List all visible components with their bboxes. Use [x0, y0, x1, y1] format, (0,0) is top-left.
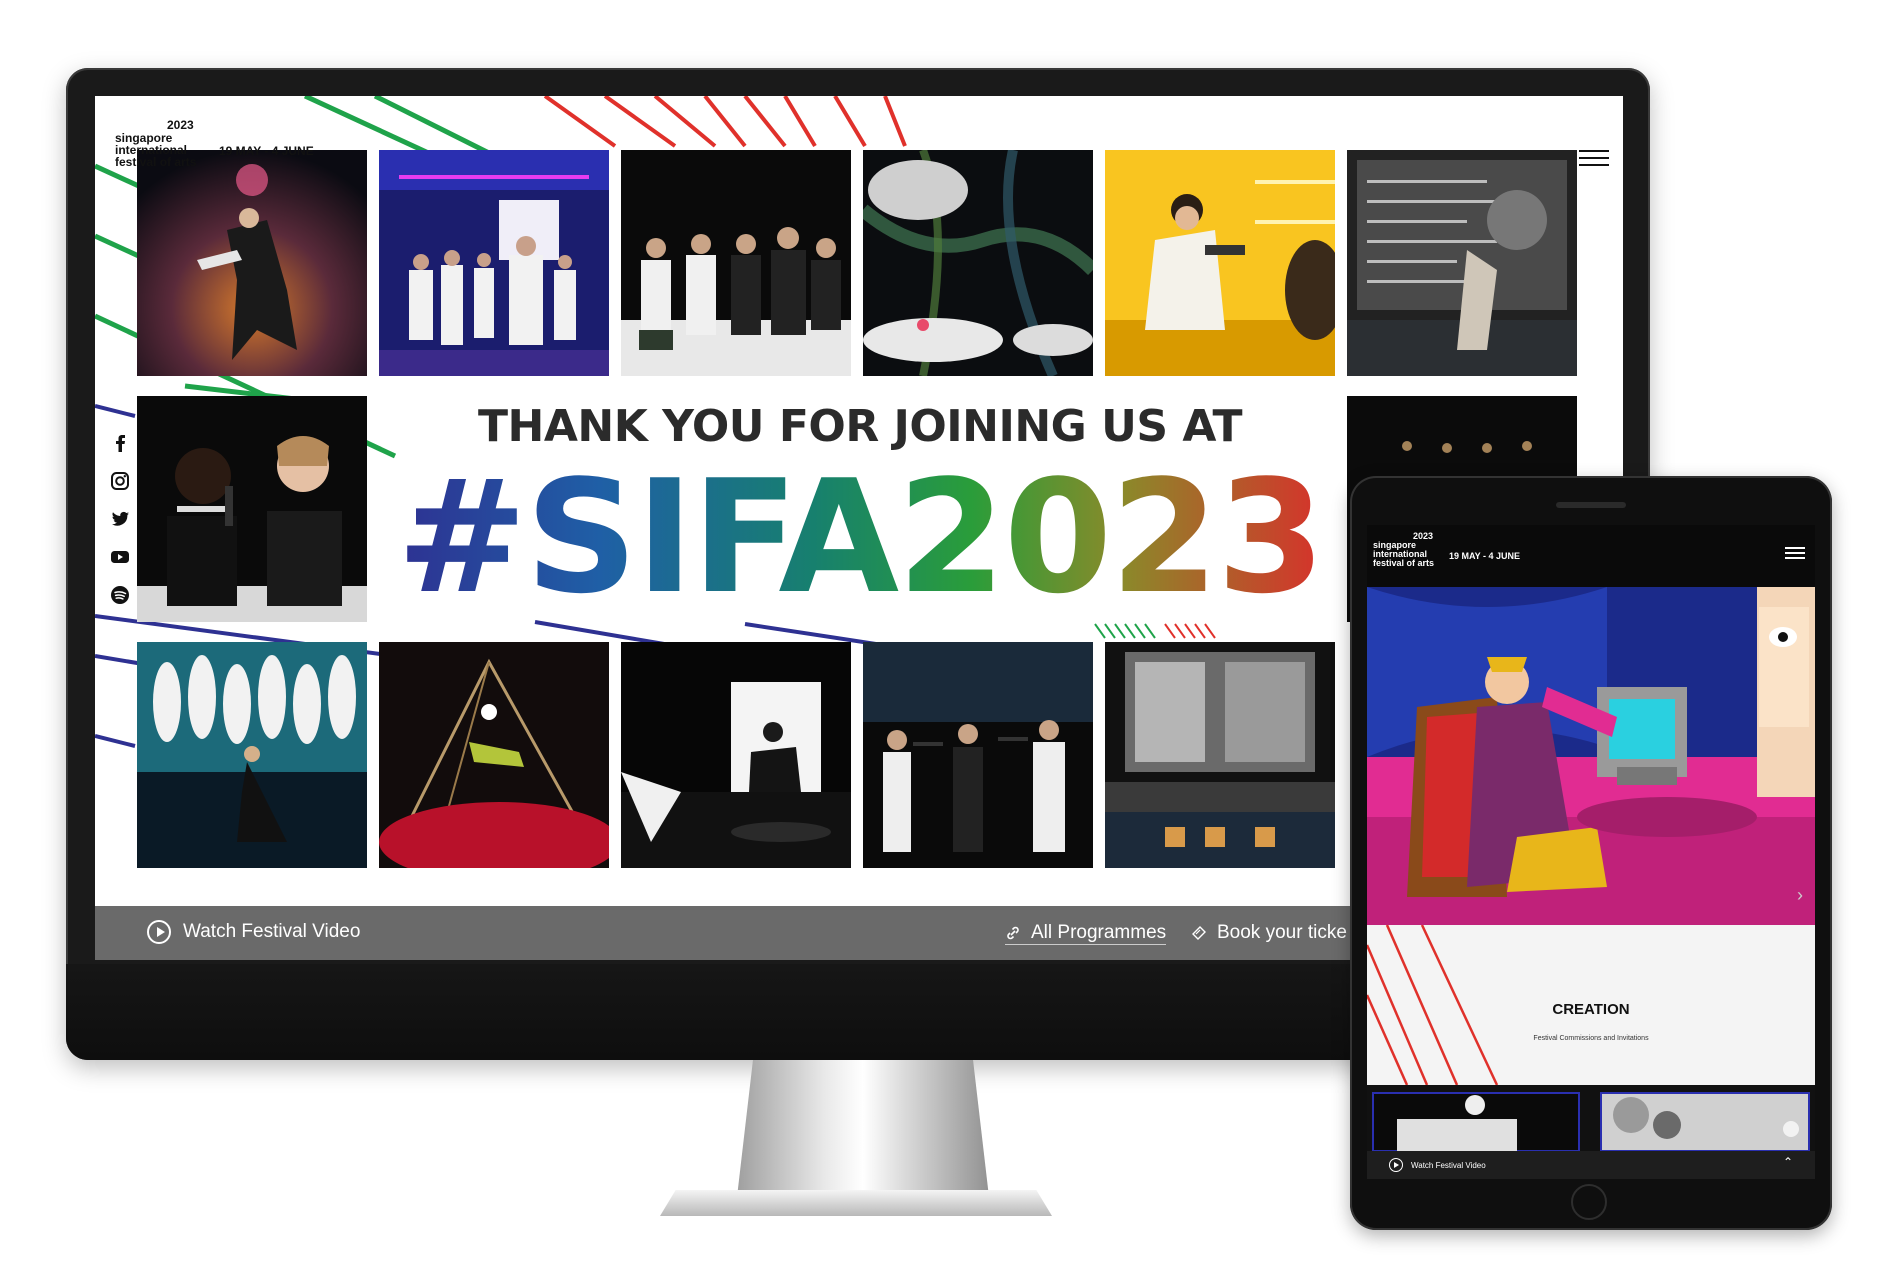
tablet-footer-bar: Watch Festival Video ⌃ [1367, 1151, 1815, 1179]
tablet-logo-year: 2023 [1413, 531, 1434, 541]
logo-year: 2023 [167, 118, 194, 132]
performance-photo[interactable] [379, 642, 609, 868]
menu-icon[interactable] [1785, 547, 1805, 561]
tablet-device: 2023 singapore international festival of… [1350, 476, 1832, 1230]
section-title: CREATION [1552, 1001, 1630, 1018]
headline: THANK YOU FOR JOINING US AT #SIFA2023 [395, 401, 1326, 628]
programme-thumbnails [1367, 1085, 1815, 1152]
play-icon [1389, 1158, 1403, 1172]
monitor-stand [737, 1060, 989, 1195]
book-tickets-link[interactable]: Book your ticke [1191, 922, 1347, 944]
tablet-screen: 2023 singapore international festival of… [1367, 525, 1815, 1179]
tablet-watch-video-label: Watch Festival Video [1411, 1160, 1486, 1170]
chevron-right-icon[interactable]: › [1797, 885, 1803, 906]
facebook-icon[interactable] [109, 432, 131, 454]
play-icon [147, 920, 171, 944]
festival-dates: 19 MAY - 4 JUNE [219, 144, 314, 158]
all-programmes-label: All Programmes [1031, 922, 1167, 943]
twitter-icon[interactable] [109, 508, 131, 530]
hero-illustration[interactable] [1367, 587, 1815, 925]
performance-photo[interactable] [1105, 642, 1335, 868]
link-icon [1007, 926, 1019, 940]
festival-hashtag: #SIFA2023 [396, 446, 1326, 628]
site-logo[interactable]: 2023 singapore international festival of… [115, 118, 314, 169]
all-programmes-link[interactable]: All Programmes [1005, 922, 1167, 945]
performance-photo[interactable] [621, 150, 851, 376]
chevron-up-icon[interactable]: ⌃ [1783, 1155, 1793, 1169]
watch-video-button[interactable]: Watch Festival Video [147, 920, 360, 944]
creation-section[interactable]: CREATION Festival Commissions and Invita… [1367, 925, 1815, 1085]
watch-video-label: Watch Festival Video [183, 921, 361, 942]
headline-intro: THANK YOU FOR JOINING US AT [477, 401, 1243, 452]
menu-icon[interactable] [1579, 150, 1609, 170]
performance-photo[interactable] [137, 150, 367, 376]
monitor-stand-base [660, 1190, 1052, 1216]
youtube-icon[interactable] [109, 546, 131, 568]
tablet-festival-dates: 19 MAY - 4 JUNE [1449, 551, 1521, 561]
tablet-logo-name: singapore international festival of arts [1373, 540, 1435, 568]
spotify-icon[interactable] [109, 584, 131, 606]
instagram-icon[interactable] [109, 470, 131, 492]
performance-photo[interactable] [863, 642, 1093, 868]
section-subtitle: Festival Commissions and Invitations [1533, 1035, 1649, 1042]
performance-photo[interactable] [137, 396, 367, 622]
logo-name: singapore international festival of arts [115, 131, 197, 169]
performance-photo[interactable] [379, 150, 609, 376]
book-tickets-label: Book your ticke [1217, 922, 1347, 943]
performance-photo[interactable] [863, 150, 1093, 376]
ticket-icon [1192, 926, 1206, 940]
tablet-site-logo[interactable]: 2023 singapore international festival of… [1373, 531, 1520, 568]
performance-photo[interactable] [1347, 150, 1577, 376]
home-button[interactable] [1571, 1184, 1607, 1220]
social-links [109, 432, 131, 622]
performance-photo[interactable] [1105, 150, 1335, 376]
performance-photo[interactable] [137, 642, 367, 868]
tablet-speaker [1556, 502, 1626, 508]
tablet-watch-video-button[interactable]: Watch Festival Video [1389, 1158, 1486, 1172]
performance-photo[interactable] [621, 642, 851, 868]
